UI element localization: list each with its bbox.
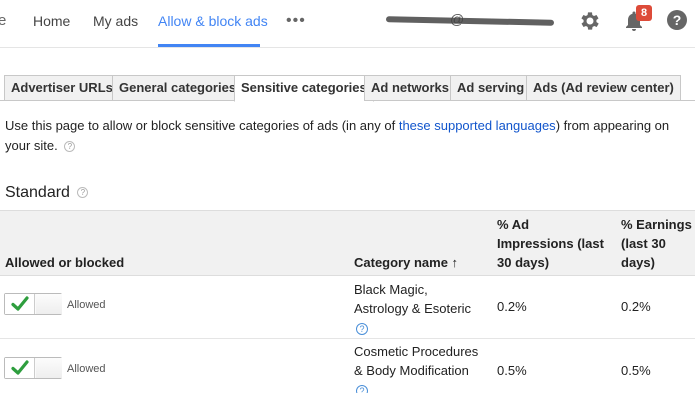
toggle-on-segment xyxy=(5,294,35,314)
help-icon[interactable]: ? xyxy=(666,9,688,31)
section-title: Standard ? xyxy=(5,184,89,202)
earnings-value: 0.2% xyxy=(621,299,651,314)
header-allowed-or-blocked: Allowed or blocked xyxy=(5,255,125,270)
notification-badge: 8 xyxy=(636,5,652,21)
tab-general-categories[interactable]: General categories xyxy=(112,75,244,101)
tab-ad-serving[interactable]: Ad serving xyxy=(450,75,532,101)
header-category-label: Category name xyxy=(354,255,448,270)
active-nav-indicator xyxy=(158,44,260,47)
section-help-icon[interactable]: ? xyxy=(77,187,89,199)
description-text-before: Use this page to allow or block sensitiv… xyxy=(5,118,399,133)
category-help-icon[interactable]: ? xyxy=(356,384,368,393)
account-email-redacted: @ xyxy=(382,11,557,28)
check-icon xyxy=(11,360,29,375)
category-text: Black Magic, Astrology & Esoteric xyxy=(354,282,472,316)
redaction-mark xyxy=(385,16,555,26)
impressions-value: 0.2% xyxy=(497,299,527,314)
toggle-on-segment xyxy=(5,358,35,378)
toggle-off-segment xyxy=(36,294,62,314)
header-earnings: % Earnings (last 30 days) xyxy=(621,217,692,270)
header-ad-impressions: % Ad Impressions (last 30 days) xyxy=(497,217,604,270)
nav-home[interactable]: Home xyxy=(33,13,70,29)
nav-allow-block-ads[interactable]: Allow & block ads xyxy=(158,13,268,29)
category-help-icon[interactable]: ? xyxy=(356,322,368,335)
category-name: Cosmetic Procedures & Body Modification … xyxy=(354,342,484,393)
category-tabs: Advertiser URLs General categories Sensi… xyxy=(0,75,695,102)
table-header: Allowed or blocked Category name ↑ % Ad … xyxy=(0,210,695,276)
nav-my-ads[interactable]: My ads xyxy=(93,13,138,29)
check-icon xyxy=(11,296,29,311)
tab-sensitive-categories[interactable]: Sensitive categories xyxy=(234,75,374,102)
earnings-value: 0.5% xyxy=(621,363,651,378)
toggle-state-label: Allowed xyxy=(67,299,106,311)
gear-icon[interactable] xyxy=(578,9,602,33)
tab-ad-review-center[interactable]: Ads (Ad review center) xyxy=(526,75,681,101)
allow-block-toggle[interactable] xyxy=(4,293,62,315)
page-description: Use this page to allow or block sensitiv… xyxy=(5,116,695,156)
description-help-icon[interactable]: ? xyxy=(64,141,76,153)
supported-languages-link[interactable]: these supported languages xyxy=(399,118,556,133)
toggle-off-segment xyxy=(36,358,62,378)
category-name: Black Magic, Astrology & Esoteric ? xyxy=(354,280,484,337)
table-row: Allowed Cosmetic Procedures & Body Modif… xyxy=(0,339,695,393)
tab-advertiser-urls[interactable]: Advertiser URLs xyxy=(4,75,120,101)
tab-ad-networks[interactable]: Ad networks xyxy=(364,75,457,101)
category-text: Cosmetic Procedures & Body Modification xyxy=(354,344,479,378)
more-menu-button[interactable]: ••• xyxy=(286,12,306,30)
toggle-state-label: Allowed xyxy=(67,363,106,375)
section-title-text: Standard xyxy=(5,184,70,201)
allow-block-toggle[interactable] xyxy=(4,357,62,379)
brand-logo: e xyxy=(0,12,7,29)
impressions-value: 0.5% xyxy=(497,363,527,378)
table-row: Allowed Black Magic, Astrology & Esoteri… xyxy=(0,276,695,339)
top-nav: e Home My ads Allow & block ads ••• @ 8 … xyxy=(0,0,695,48)
header-category-name[interactable]: Category name ↑ xyxy=(354,253,458,272)
sort-arrow-icon: ↑ xyxy=(451,255,459,270)
svg-text:?: ? xyxy=(673,12,682,28)
